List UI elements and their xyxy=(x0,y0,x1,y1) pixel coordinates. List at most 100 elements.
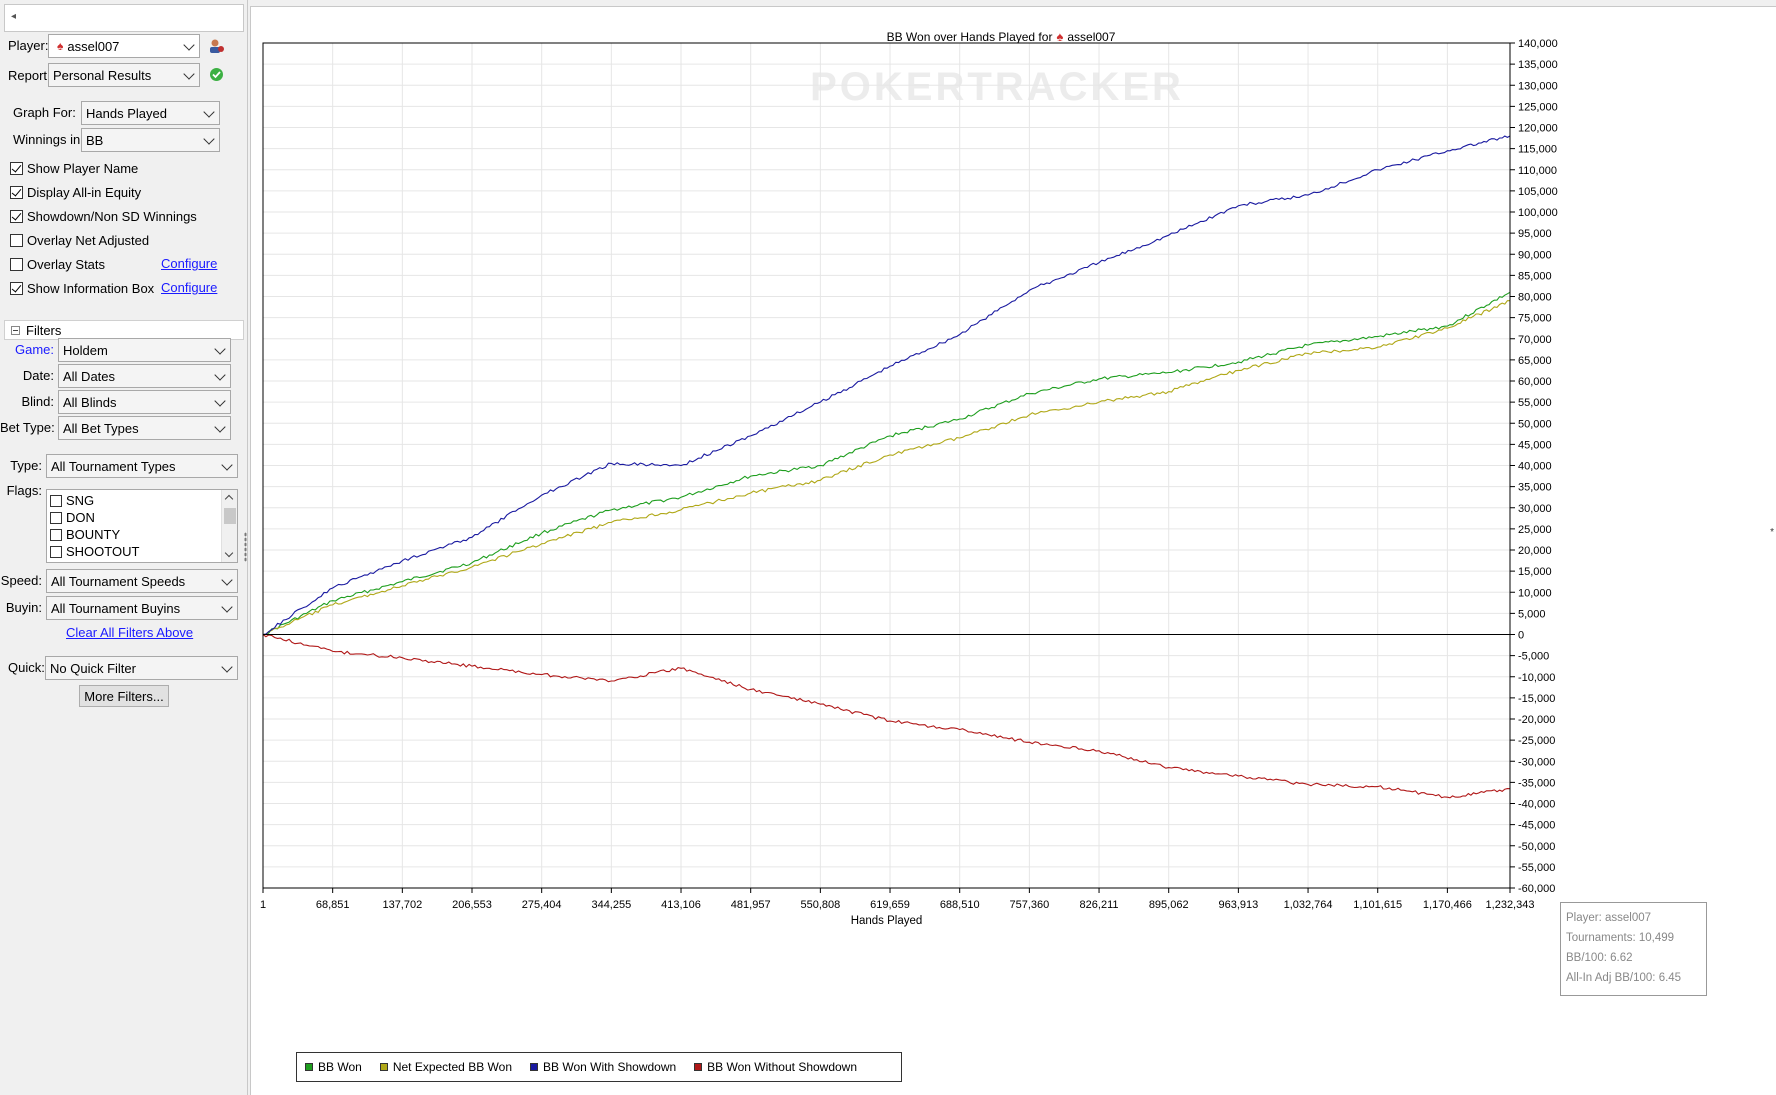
flag-item-sng[interactable]: SNG xyxy=(50,492,94,509)
chevron-down-icon xyxy=(221,574,233,586)
date-label: Date: xyxy=(22,368,54,383)
resize-marker-icon[interactable]: * xyxy=(1770,527,1774,538)
y-tick-label: -20,000 xyxy=(1518,714,1555,726)
game-select[interactable]: Holdem xyxy=(58,338,231,362)
x-tick-label: 1,032,764 xyxy=(1284,899,1333,911)
y-tick-label: 110,000 xyxy=(1518,165,1557,177)
scroll-down-icon[interactable] xyxy=(224,548,234,558)
y-tick-label: 0 xyxy=(1518,630,1524,642)
checkbox-checked[interactable] xyxy=(10,209,23,223)
y-tick-label: 100,000 xyxy=(1518,207,1558,219)
y-tick-label: 35,000 xyxy=(1518,482,1552,494)
scroll-up-icon[interactable] xyxy=(224,494,234,504)
checkbox-unchecked[interactable] xyxy=(50,511,62,524)
flag-label: SNG xyxy=(66,493,95,508)
y-tick-label: 90,000 xyxy=(1518,249,1552,261)
collapse-minus-icon[interactable] xyxy=(11,325,20,335)
y-tick-label: -35,000 xyxy=(1518,777,1555,789)
filters-section-header[interactable]: Filters xyxy=(4,320,244,340)
player-select[interactable]: ♠ assel007 xyxy=(48,34,200,58)
checkbox-checked[interactable] xyxy=(10,281,23,295)
speed-select[interactable]: All Tournament Speeds xyxy=(46,569,238,593)
bet-type-select[interactable]: All Bet Types xyxy=(58,416,231,440)
legend-item-with-showdown[interactable]: BB Won With Showdown xyxy=(530,1060,676,1074)
configure-information-box-link[interactable]: Configure xyxy=(161,280,217,295)
chevron-down-icon xyxy=(221,661,233,673)
checkbox-checked[interactable] xyxy=(10,161,23,175)
flags-scrollbar[interactable] xyxy=(221,490,237,562)
tournament-type-select[interactable]: All Tournament Types xyxy=(46,454,238,478)
quick-label: Quick: xyxy=(8,660,45,675)
checkbox-unchecked[interactable] xyxy=(50,528,62,541)
y-tick-label: 120,000 xyxy=(1518,123,1558,135)
buyin-label: Buyin: xyxy=(5,600,42,615)
flags-label: Flags: xyxy=(6,483,42,498)
y-tick-label: 115,000 xyxy=(1518,144,1557,156)
more-filters-button[interactable]: More Filters... xyxy=(79,685,169,707)
option-display-allin-equity[interactable]: Display All-in Equity xyxy=(10,182,141,202)
y-tick-label: 55,000 xyxy=(1518,397,1552,409)
flag-item-don[interactable]: DON xyxy=(50,509,95,526)
chevron-down-icon xyxy=(183,39,195,51)
chevron-down-icon xyxy=(183,68,195,80)
graph-for-value: Hands Played xyxy=(86,105,167,121)
option-show-information-box[interactable]: Show Information Box xyxy=(10,278,154,298)
quick-filter-select[interactable]: No Quick Filter xyxy=(45,656,238,680)
checkbox-unchecked[interactable] xyxy=(10,233,23,247)
legend-swatch xyxy=(379,1063,388,1071)
report-label: Report: xyxy=(8,68,51,83)
spade-icon: ♠ xyxy=(57,39,64,53)
info-player: Player: assel007 xyxy=(1566,912,1652,924)
player-settings-icon[interactable] xyxy=(207,37,225,55)
flag-label: BOUNTY xyxy=(66,527,121,542)
configure-overlay-stats-link[interactable]: Configure xyxy=(161,256,217,271)
checkbox-checked[interactable] xyxy=(10,185,23,199)
buyin-select[interactable]: All Tournament Buyins xyxy=(46,596,238,620)
flag-item-shootout[interactable]: SHOOTOUT xyxy=(50,543,139,560)
collapse-arrow-icon[interactable]: ◂ xyxy=(11,11,16,22)
option-show-player-name[interactable]: Show Player Name xyxy=(10,158,138,178)
flag-item-bounty[interactable]: BOUNTY xyxy=(50,526,120,543)
bet-type-value: All Bet Types xyxy=(63,420,139,436)
chevron-down-icon xyxy=(203,106,215,118)
checkbox-unchecked[interactable] xyxy=(50,494,62,507)
game-label[interactable]: Game: xyxy=(0,342,54,357)
legend-swatch xyxy=(530,1063,538,1071)
chevron-down-icon xyxy=(221,459,233,471)
option-overlay-net-adjusted[interactable]: Overlay Net Adjusted xyxy=(10,230,149,250)
x-tick-label: 68,851 xyxy=(316,899,350,911)
y-tick-label: 60,000 xyxy=(1518,376,1552,388)
option-showdown-winnings[interactable]: Showdown/Non SD Winnings xyxy=(10,206,197,226)
y-tick-label: -10,000 xyxy=(1518,672,1555,684)
y-tick-label: -45,000 xyxy=(1518,820,1555,832)
scroll-thumb[interactable] xyxy=(224,508,236,524)
report-select[interactable]: Personal Results xyxy=(48,63,200,87)
legend-item-without-showdown[interactable]: BB Won Without Showdown xyxy=(694,1060,857,1074)
chart-axes: 140,000135,000130,000125,000120,000115,0… xyxy=(260,38,1558,927)
x-tick-label: 826,211 xyxy=(1080,899,1119,911)
date-select[interactable]: All Dates xyxy=(58,364,231,388)
flags-listbox[interactable]: SNG DON BOUNTY SHOOTOUT xyxy=(46,489,238,563)
legend-item-net-expected[interactable]: Net Expected BB Won xyxy=(379,1060,512,1074)
blind-select[interactable]: All Blinds xyxy=(58,390,231,414)
tournament-type-label: Type: xyxy=(10,458,42,473)
blind-value: All Blinds xyxy=(63,394,117,410)
option-label: Showdown/Non SD Winnings xyxy=(27,208,197,224)
graph-for-select[interactable]: Hands Played xyxy=(81,101,220,125)
legend-swatch xyxy=(694,1063,703,1071)
option-overlay-stats[interactable]: Overlay Stats xyxy=(10,254,105,274)
series-line-bb-won-without-showdown xyxy=(262,634,1511,799)
checkbox-unchecked[interactable] xyxy=(50,545,62,558)
checkbox-unchecked[interactable] xyxy=(10,257,23,271)
legend-item-bb-won[interactable]: BB Won xyxy=(305,1060,362,1074)
option-label: Show Information Box xyxy=(27,280,155,296)
panel-splitter-grip[interactable] xyxy=(244,532,247,562)
y-tick-label: -50,000 xyxy=(1518,841,1555,853)
winnings-in-select[interactable]: BB xyxy=(81,128,220,152)
clear-all-filters-link[interactable]: Clear All Filters Above xyxy=(66,625,193,640)
report-help-icon[interactable] xyxy=(209,67,224,82)
chevron-down-icon xyxy=(214,343,226,355)
y-tick-label: -15,000 xyxy=(1518,693,1555,705)
option-label: Show Player Name xyxy=(27,160,139,176)
panel-tab-strip[interactable]: ◂ xyxy=(4,4,244,32)
